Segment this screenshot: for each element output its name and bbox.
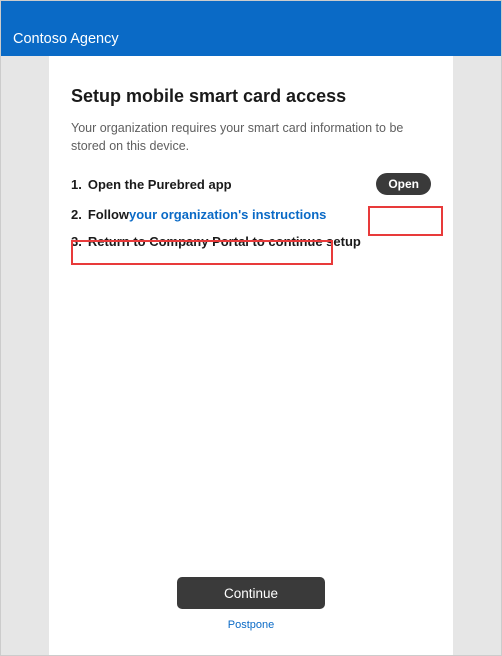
step-2-number: 2. — [71, 207, 82, 222]
step-3: 3. Return to Company Portal to continue … — [71, 234, 431, 249]
step-2-prefix: Follow — [88, 207, 129, 222]
org-instructions-link[interactable]: your organization's instructions — [129, 207, 326, 222]
postpone-link[interactable]: Postpone — [228, 619, 274, 631]
step-1: 1. Open the Purebred app Open — [71, 173, 431, 195]
step-1-text: Open the Purebred app — [88, 177, 232, 192]
bottom-actions: Continue Postpone — [71, 577, 431, 637]
setup-card: Setup mobile smart card access Your orga… — [49, 56, 453, 655]
org-name: Contoso Agency — [13, 31, 119, 47]
step-2: 2. Follow your organization's instructio… — [71, 207, 431, 222]
page-title: Setup mobile smart card access — [71, 86, 431, 107]
page-subtitle: Your organization requires your smart ca… — [71, 119, 431, 155]
app-header: Contoso Agency — [1, 1, 501, 56]
open-button[interactable]: Open — [376, 173, 431, 195]
step-3-number: 3. — [71, 234, 82, 249]
step-3-text: Return to Company Portal to continue set… — [88, 234, 361, 249]
continue-button[interactable]: Continue — [177, 577, 325, 609]
content-backdrop: Setup mobile smart card access Your orga… — [1, 56, 501, 655]
step-1-number: 1. — [71, 177, 82, 192]
steps-list: 1. Open the Purebred app Open 2. Follow … — [71, 173, 431, 261]
